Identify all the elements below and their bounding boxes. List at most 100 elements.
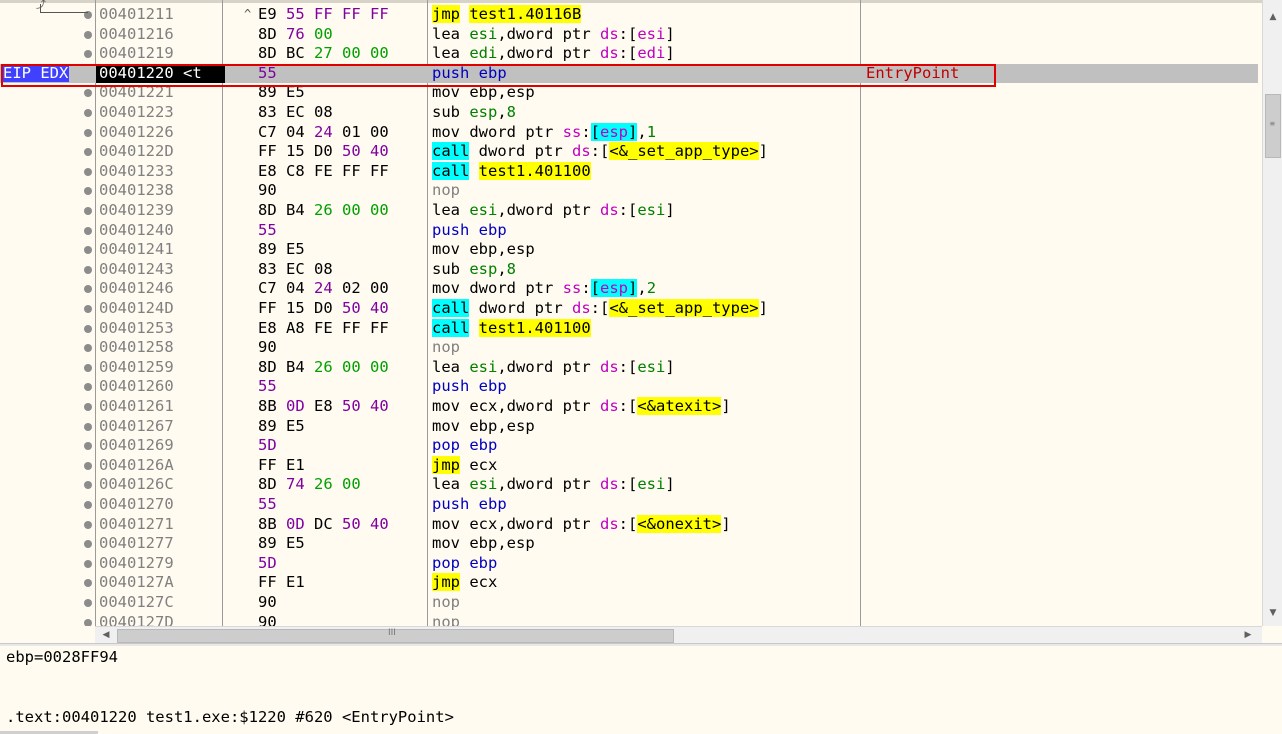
instruction-disassembly[interactable]: lea esi,dword ptr ds:[esi] (432, 201, 860, 221)
instruction-bytes[interactable]: 90 (258, 593, 426, 613)
instruction-bytes[interactable]: 8B 0D E8 50 40 (258, 397, 426, 417)
instruction-comment[interactable] (866, 338, 1126, 358)
instruction-address[interactable]: 00401233 (99, 162, 221, 182)
instruction-disassembly[interactable]: nop (432, 181, 860, 201)
instruction-address[interactable]: 0040122D (99, 142, 221, 162)
breakpoint-dot-icon[interactable] (84, 279, 94, 299)
instruction-disassembly[interactable]: lea esi,dword ptr ds:[esi] (432, 358, 860, 378)
instruction-bytes[interactable]: FF 15 D0 50 40 (258, 142, 426, 162)
instruction-disassembly[interactable]: pop ebp (432, 554, 860, 574)
breakpoint-dot-icon[interactable] (84, 25, 94, 45)
instruction-comment[interactable] (866, 593, 1126, 613)
instruction-comment[interactable] (866, 279, 1126, 299)
instruction-disassembly[interactable]: push ebp (432, 221, 860, 241)
instruction-address[interactable]: 00401277 (99, 534, 221, 554)
instruction-disassembly[interactable]: lea edi,dword ptr ds:[edi] (432, 44, 860, 64)
instruction-bytes[interactable]: E9 55 FF FF FF (258, 5, 426, 25)
instruction-comment[interactable] (866, 456, 1126, 476)
instruction-bytes[interactable]: 8D B4 26 00 00 (258, 201, 426, 221)
instruction-row[interactable]: 00401238 90 nop (0, 181, 1258, 201)
breakpoint-dot-icon[interactable] (84, 5, 94, 25)
breakpoint-dot-icon[interactable] (84, 456, 94, 476)
breakpoint-dot-icon[interactable] (84, 495, 94, 515)
instruction-address[interactable]: 00401279 (99, 554, 221, 574)
instruction-disassembly[interactable]: sub esp,8 (432, 260, 860, 280)
instruction-disassembly[interactable]: nop (432, 613, 860, 626)
breakpoint-dot-icon[interactable] (84, 593, 94, 613)
instruction-comment[interactable] (866, 515, 1126, 535)
instruction-row[interactable]: 0040126A FF E1 jmp ecx (0, 455, 1258, 476)
instruction-row[interactable]: 0040124D FF 15 D0 50 40 call dword ptr ds:… (0, 299, 1258, 319)
instruction-bytes[interactable]: 90 (258, 181, 426, 201)
instruction-address[interactable]: 00401241 (99, 240, 221, 260)
instruction-bytes[interactable]: 8D 74 26 00 (258, 475, 426, 495)
breakpoint-dot-icon[interactable] (84, 358, 94, 378)
instruction-row[interactable]: 00401211 ^ E9 55 FF FF FF jmp test1.40116B (0, 5, 1258, 25)
vertical-scrollbar[interactable]: ▲ ≡ ▼ (1262, 0, 1282, 626)
instruction-row[interactable]: 00401271 8B 0D DC 50 40 mov ecx,dword ptr … (0, 514, 1258, 535)
instruction-comment[interactable] (866, 554, 1126, 574)
instruction-row[interactable]: 00401267 89 E5 mov ebp,esp (0, 417, 1258, 437)
instruction-bytes[interactable]: 55 (258, 221, 426, 241)
instruction-bytes[interactable]: 8D 76 00 (258, 25, 426, 45)
instruction-address[interactable]: 0040126C (99, 475, 221, 495)
instruction-bytes[interactable]: 55 (258, 64, 426, 84)
instruction-bytes[interactable]: 5D (258, 554, 426, 574)
instruction-disassembly[interactable]: mov ebp,esp (432, 240, 860, 260)
instruction-bytes[interactable]: E8 C8 FE FF FF (258, 162, 426, 182)
instruction-comment[interactable] (866, 123, 1126, 143)
breakpoint-dot-icon[interactable] (84, 103, 94, 123)
instruction-comment[interactable] (866, 181, 1126, 201)
instruction-address[interactable]: 0040124D (99, 299, 221, 319)
instruction-row[interactable]: 00401233 E8 C8 FE FF FF call test1.401100 (0, 161, 1258, 182)
instruction-address[interactable]: 0040127A (99, 573, 221, 593)
instruction-disassembly[interactable]: jmp test1.40116B (432, 5, 860, 25)
instruction-address[interactable]: 0040127D (99, 613, 221, 626)
instruction-bytes[interactable]: 90 (258, 338, 426, 358)
instruction-row[interactable]: 00401253 E8 A8 FE FF FF call test1.401100 (0, 318, 1258, 339)
instruction-bytes[interactable]: 89 E5 (258, 417, 426, 437)
instruction-row[interactable]: 00401216 8D 76 00 lea esi,dword ptr ds:[es… (0, 25, 1258, 45)
instruction-disassembly[interactable]: call test1.401100 (432, 318, 860, 339)
instruction-disassembly[interactable]: jmp ecx (432, 573, 860, 593)
instruction-disassembly[interactable]: mov dword ptr ss:[esp],1 (432, 122, 860, 143)
instruction-disassembly[interactable]: call dword ptr ds:[<&_set_app_type>] (432, 142, 860, 162)
instruction-disassembly[interactable]: mov ecx,dword ptr ds:[<&atexit>] (432, 397, 860, 417)
instruction-row[interactable]: 00401277 89 E5 mov ebp,esp (0, 534, 1258, 554)
instruction-disassembly[interactable]: nop (432, 593, 860, 613)
instruction-comment[interactable] (866, 221, 1126, 241)
instruction-comment[interactable] (866, 44, 1126, 64)
instruction-address[interactable]: 00401211 (99, 5, 221, 25)
breakpoint-dot-icon[interactable] (84, 417, 94, 437)
breakpoint-dot-icon[interactable] (84, 397, 94, 417)
instruction-bytes[interactable]: 90 (258, 613, 426, 626)
instruction-address[interactable]: 00401270 (99, 495, 221, 515)
instruction-address[interactable]: 00401238 (99, 181, 221, 201)
breakpoint-dot-icon[interactable] (84, 260, 94, 280)
instruction-row[interactable]: 00401246 C7 04 24 02 00 mov dword ptr ss:[… (0, 279, 1258, 299)
instruction-comment[interactable] (866, 573, 1126, 593)
vertical-scroll-thumb[interactable]: ≡ (1265, 94, 1281, 158)
instruction-address[interactable]: 00401260 (99, 377, 221, 397)
instruction-address[interactable]: 00401220 <t (96, 63, 225, 84)
breakpoint-dot-icon[interactable] (84, 377, 94, 397)
instruction-bytes[interactable]: 89 E5 (258, 534, 426, 554)
instruction-bytes[interactable]: C7 04 24 02 00 (258, 279, 426, 299)
instruction-comment[interactable] (866, 103, 1126, 123)
scroll-right-icon[interactable]: ▶ (1241, 627, 1255, 644)
instruction-comment[interactable] (866, 534, 1126, 554)
breakpoint-dot-icon[interactable] (84, 554, 94, 574)
instruction-row[interactable]: 00401269 5D pop ebp (0, 436, 1258, 456)
instruction-address[interactable]: 00401240 (99, 221, 221, 241)
instruction-disassembly[interactable]: mov dword ptr ss:[esp],2 (432, 279, 860, 299)
instruction-address[interactable]: 00401216 (99, 25, 221, 45)
instruction-disassembly[interactable]: lea esi,dword ptr ds:[esi] (432, 25, 860, 45)
instruction-row[interactable]: 00401221 89 E5 mov ebp,esp (0, 83, 1258, 103)
instruction-address[interactable]: 00401258 (99, 338, 221, 358)
instruction-address[interactable]: 00401239 (99, 201, 221, 221)
instruction-row[interactable]: 00401239 8D B4 26 00 00 lea esi,dword ptr … (0, 201, 1258, 221)
breakpoint-dot-icon[interactable] (84, 338, 94, 358)
instruction-row[interactable]: 00401219 8D BC 27 00 00 lea edi,dword ptr … (0, 44, 1258, 64)
instruction-row[interactable]: 0040127C 90 nop (0, 593, 1258, 613)
breakpoint-dot-icon[interactable] (84, 534, 94, 554)
